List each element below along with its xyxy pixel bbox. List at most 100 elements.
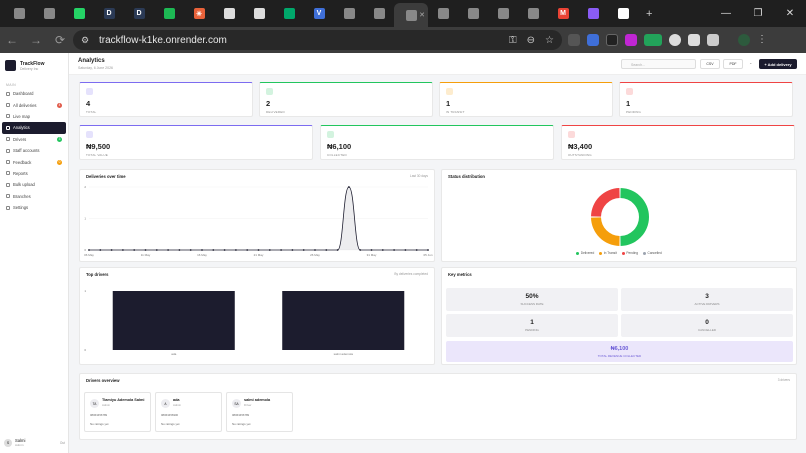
browser-tab[interactable]: ✳: [184, 3, 214, 25]
browser-tab[interactable]: [458, 3, 488, 25]
data-point: [314, 249, 316, 251]
zoom-icon[interactable]: ⊖: [527, 35, 535, 46]
user-profile[interactable]: S Salmi Admin Out: [4, 438, 65, 447]
camera-icon[interactable]: [688, 34, 700, 46]
stat-label: TOTAL: [86, 110, 97, 114]
driver-card[interactable]: Aada Admin 08063456900 No ratings yet: [155, 392, 222, 432]
notification-bell-icon[interactable]: ◔: [746, 59, 755, 69]
data-point: [268, 249, 271, 251]
export-csv-button[interactable]: CSV: [700, 59, 720, 69]
browser-tab[interactable]: [274, 3, 304, 25]
puzzle-icon[interactable]: [707, 34, 719, 46]
stat-value: ₦6,100: [327, 142, 352, 151]
whatsapp-icon: [73, 8, 85, 19]
nav-icon: [6, 160, 10, 165]
sidebar-item-drivers[interactable]: Drivers 3: [2, 134, 66, 145]
data-point: [359, 249, 362, 251]
sidebar-item-all-deliveries[interactable]: All deliveries 4: [2, 99, 66, 110]
browser-tab[interactable]: [244, 3, 274, 25]
browser-tab[interactable]: D: [94, 3, 124, 25]
minimize-icon[interactable]: —: [710, 0, 742, 27]
globe-icon: [373, 8, 385, 19]
metric-box: 50% SUCCESS RATE: [446, 288, 618, 311]
address-bar[interactable]: ⚙ trackflow-k1ke.onrender.com ⚿ ⊖ ☆: [73, 30, 562, 50]
metric-label: CANCELLED: [697, 328, 716, 332]
sidebar-item-analytics[interactable]: Analytics: [2, 122, 66, 134]
stat-card: 4 TOTAL: [79, 82, 253, 117]
sidebar-item-dashboard[interactable]: Dashboard: [2, 88, 66, 99]
browser-tab[interactable]: [214, 3, 244, 25]
browser-tab[interactable]: V: [304, 3, 334, 25]
browser-tab[interactable]: [334, 3, 364, 25]
sidebar-item-live-map[interactable]: Live map: [2, 111, 66, 122]
restore-icon[interactable]: ❐: [742, 0, 774, 27]
extension-icon[interactable]: [606, 34, 618, 46]
close-tab-icon[interactable]: ✕: [419, 11, 425, 19]
panel-title: Drivers overview: [86, 378, 120, 383]
browser-tab[interactable]: M: [548, 3, 578, 25]
new-tab-button[interactable]: +: [646, 8, 652, 20]
globe-icon: [43, 8, 55, 19]
close-window-icon[interactable]: ✕: [774, 0, 806, 27]
back-icon[interactable]: ←: [0, 33, 24, 47]
profile-avatar-icon[interactable]: [738, 34, 750, 46]
sidebar-item-reports[interactable]: Reports: [2, 168, 66, 179]
data-point: [155, 249, 158, 251]
y-tick-label: 2: [84, 185, 86, 189]
add-delivery-button[interactable]: + Add delivery: [759, 59, 797, 69]
browser-tab[interactable]: [518, 3, 548, 25]
driver-rating: No ratings yet: [161, 422, 180, 426]
reload-icon[interactable]: ⟳: [48, 33, 72, 47]
browser-tab[interactable]: [34, 3, 64, 25]
stat-icon: [626, 88, 633, 95]
donut-slice: [591, 217, 620, 246]
browser-tab[interactable]: [4, 3, 34, 25]
browser-tab[interactable]: ✕: [394, 3, 428, 27]
data-point: [99, 249, 102, 251]
new-badge-extension-icon[interactable]: [644, 34, 662, 46]
stat-icon: [86, 131, 93, 138]
sidebar-item-feedback[interactable]: Feedback 0: [2, 156, 66, 167]
x-tick-label: 26 May: [310, 253, 320, 257]
extension-a-icon[interactable]: [587, 34, 599, 46]
browser-tab[interactable]: [608, 3, 638, 25]
driver-card[interactable]: TA Tiamiyu Ademola Salmi Admin 08063456789 N…: [84, 392, 151, 432]
brand[interactable]: TrackFlow Delivery Inc: [5, 60, 44, 71]
gmail-icon: M: [557, 8, 569, 19]
browser-tab[interactable]: [428, 3, 458, 25]
url-text[interactable]: trackflow-k1ke.onrender.com: [99, 35, 227, 46]
forward-icon[interactable]: →: [24, 33, 48, 47]
browser-tab[interactable]: D: [124, 3, 154, 25]
bookmark-star-icon[interactable]: ☆: [545, 35, 554, 46]
stat-label: PENDING: [626, 110, 642, 114]
stat-card: 1 IN TRANSIT: [439, 82, 613, 117]
export-pdf-button[interactable]: PDF: [723, 59, 743, 69]
donut-slice: [591, 188, 620, 217]
globe-icon: [343, 8, 355, 19]
github-icon: [617, 8, 629, 19]
sidebar-item-staff-accounts[interactable]: Staff accounts: [2, 145, 66, 156]
browser-tab[interactable]: [488, 3, 518, 25]
pdf-label: PDF: [729, 62, 737, 66]
sidebar-item-settings[interactable]: Settings: [2, 202, 66, 213]
password-key-icon[interactable]: ⚿: [509, 35, 517, 46]
sidebar-item-branches[interactable]: Branches: [2, 191, 66, 202]
extension-icon[interactable]: [568, 34, 580, 46]
logout-button[interactable]: Out: [60, 441, 65, 445]
data-point: [201, 249, 203, 251]
site-info-icon[interactable]: ⚙: [81, 35, 89, 46]
asterisk-icon: ✳: [193, 8, 205, 19]
x-tick-label: 06 May: [84, 253, 94, 257]
stat-value: ₦9,500: [86, 142, 111, 151]
browser-tab[interactable]: [154, 3, 184, 25]
deliveries-over-time-panel: Deliveries over time Last 30 days 0 1 2 06 …: [79, 169, 435, 262]
browser-tab[interactable]: [578, 3, 608, 25]
download-extension-icon[interactable]: [625, 34, 637, 46]
menu-dots-icon[interactable]: ⋮: [757, 34, 767, 46]
sidebar-item-bulk-upload[interactable]: Bulk upload: [2, 179, 66, 190]
browser-tab[interactable]: [364, 3, 394, 25]
extension-icon[interactable]: [669, 34, 681, 46]
driver-card[interactable]: SA salmi ademola Driver 08063456789 No ratin…: [226, 392, 293, 432]
search-input[interactable]: Search...: [621, 59, 696, 69]
browser-tab[interactable]: [64, 3, 94, 25]
